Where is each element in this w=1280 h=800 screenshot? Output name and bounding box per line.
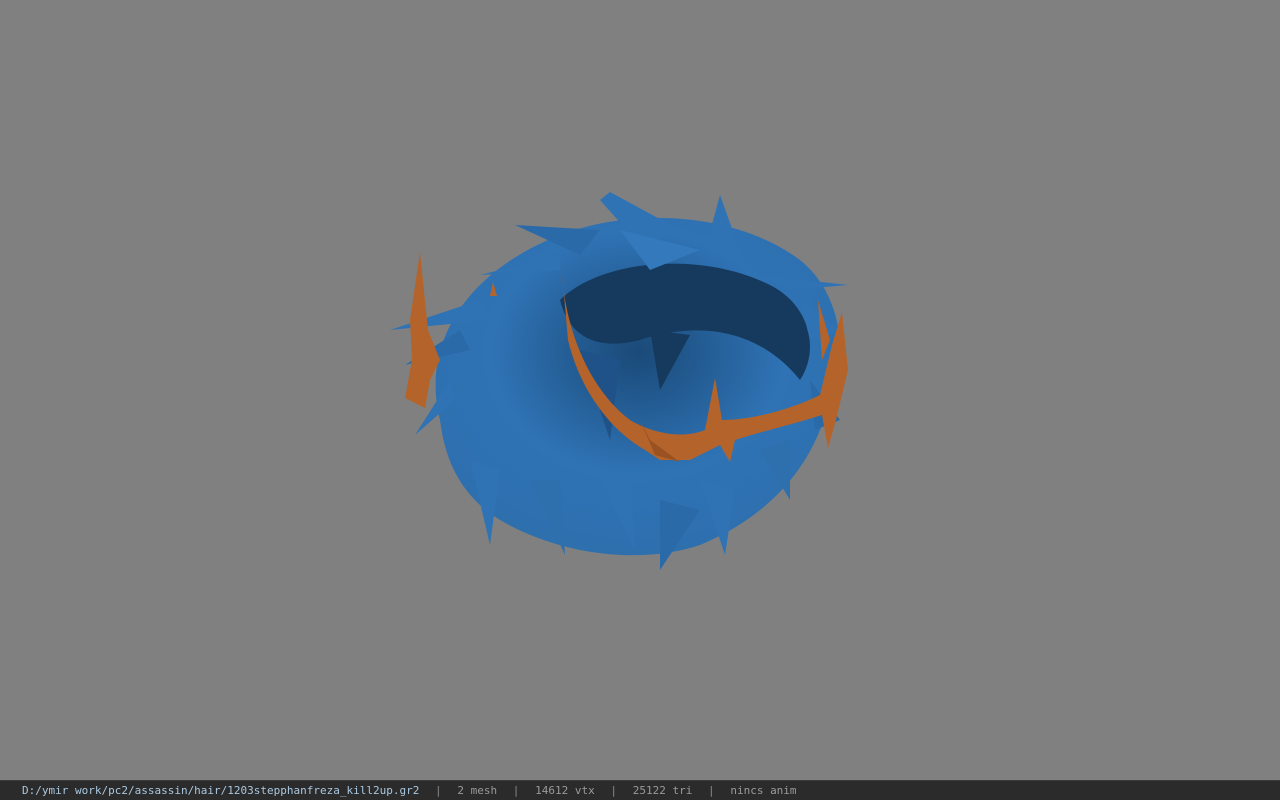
separator: |: [435, 784, 442, 797]
file-path: D:/ymir work/pc2/assassin/hair/1203stepp…: [22, 784, 420, 797]
mesh-count: 2 mesh: [457, 784, 498, 797]
status-bar: D:/ymir work/pc2/assassin/hair/1203stepp…: [0, 780, 1280, 800]
vertex-count: 14612 vtx: [535, 784, 595, 797]
hair-mesh: [390, 192, 848, 570]
separator: |: [610, 784, 618, 797]
left-horn: [405, 252, 440, 408]
3d-viewport[interactable]: [0, 0, 1280, 780]
separator: |: [512, 784, 520, 797]
separator: |: [708, 784, 715, 797]
anim-status: nincs anim: [730, 784, 797, 797]
triangle-count: 25122 tri: [632, 784, 693, 797]
model-render[interactable]: [0, 0, 1280, 780]
